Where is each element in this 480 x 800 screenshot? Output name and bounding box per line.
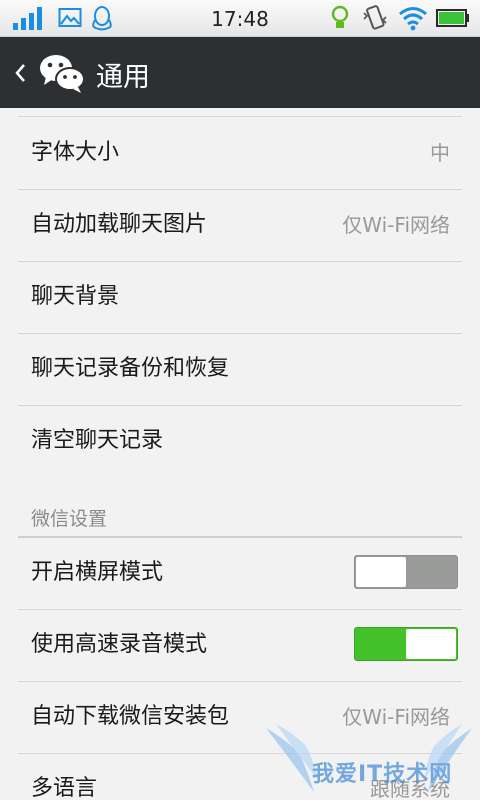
watermark-text: 我爱IT技术网 <box>312 762 453 787</box>
font-size-row[interactable]: 字体大小 中 <box>0 117 480 189</box>
watermark: 我爱IT技术网 <box>262 722 476 800</box>
lightbulb-icon <box>331 5 349 28</box>
section-header-wechat-settings: 微信设置 <box>31 508 108 530</box>
page-title: 通用 <box>96 62 150 93</box>
row-label: 聊天记录备份和恢复 <box>31 356 230 381</box>
wifi-icon <box>399 7 427 31</box>
toggle-knob <box>406 629 456 659</box>
row-value: 仅Wi-Fi网络 <box>342 213 450 237</box>
high-speed-recording-toggle[interactable] <box>354 627 458 661</box>
row-label: 清空聊天记录 <box>31 428 164 453</box>
chat-background-row[interactable]: 聊天背景 <box>0 261 480 333</box>
row-label: 自动加载聊天图片 <box>31 212 208 237</box>
wechat-logo-icon[interactable] <box>38 51 86 95</box>
row-label: 开启横屏模式 <box>31 560 164 585</box>
row-value: 中 <box>430 141 450 165</box>
status-bar: 17:48 <box>0 0 480 37</box>
row-label: 聊天背景 <box>31 284 120 309</box>
auto-load-images-row[interactable]: 自动加载聊天图片 仅Wi-Fi网络 <box>0 189 480 261</box>
chat-backup-row[interactable]: 聊天记录备份和恢复 <box>0 333 480 405</box>
row-label: 多语言 <box>31 776 98 800</box>
battery-icon <box>436 9 469 27</box>
vibrate-icon <box>363 5 387 30</box>
chevron-left-icon[interactable] <box>12 59 28 87</box>
row-label: 自动下载微信安装包 <box>31 704 230 729</box>
toggle-knob <box>356 557 406 587</box>
row-label: 使用高速录音模式 <box>31 632 208 657</box>
clear-chat-history-row[interactable]: 清空聊天记录 <box>0 405 480 477</box>
landscape-mode-toggle[interactable] <box>354 555 458 589</box>
row-label: 字体大小 <box>31 140 120 165</box>
action-bar: 通用 <box>0 37 480 108</box>
settings-list: 字体大小 中 自动加载聊天图片 仅Wi-Fi网络 聊天背景 聊天记录备份和恢复 … <box>0 108 480 800</box>
